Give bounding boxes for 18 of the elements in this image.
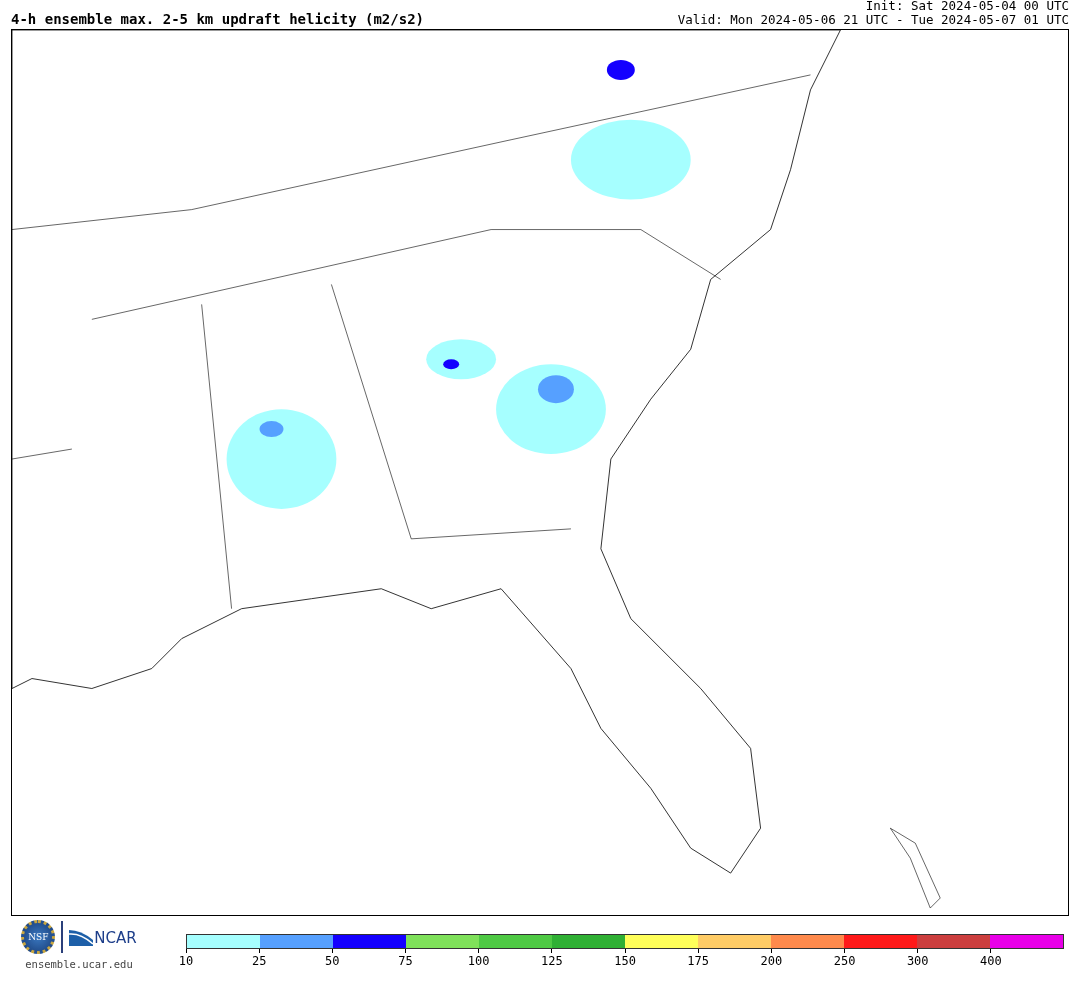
tick-label: 400	[980, 954, 1002, 968]
tick-label: 25	[251, 954, 267, 968]
tick-label: 300	[906, 954, 929, 968]
tick-label: 125	[541, 954, 563, 968]
tick-label: 10	[178, 954, 194, 968]
nsf-logo: NSF	[21, 920, 56, 954]
tick-label: 250	[833, 954, 856, 968]
valid-time: Valid: Mon 2024-05-06 21 UTC - Tue 2024-05-07 01 UTC	[677, 13, 1069, 27]
chart-title: 4-h ensemble max. 2-5 km updraft helicity (m2/s2)	[11, 11, 424, 27]
tick-label: 100	[467, 954, 490, 968]
tick-label: 150	[614, 954, 636, 968]
site-url: ensemble.ucar.edu	[25, 958, 133, 970]
tick-label: 50	[325, 954, 340, 968]
init-time: Init: Sat 2024-05-04 00 UTC	[865, 0, 1069, 13]
ncar-logo: NCAR	[69, 928, 137, 946]
tick-label: 200	[760, 954, 783, 968]
tick-label: 175	[687, 954, 710, 968]
tick-label: 75	[398, 954, 413, 968]
